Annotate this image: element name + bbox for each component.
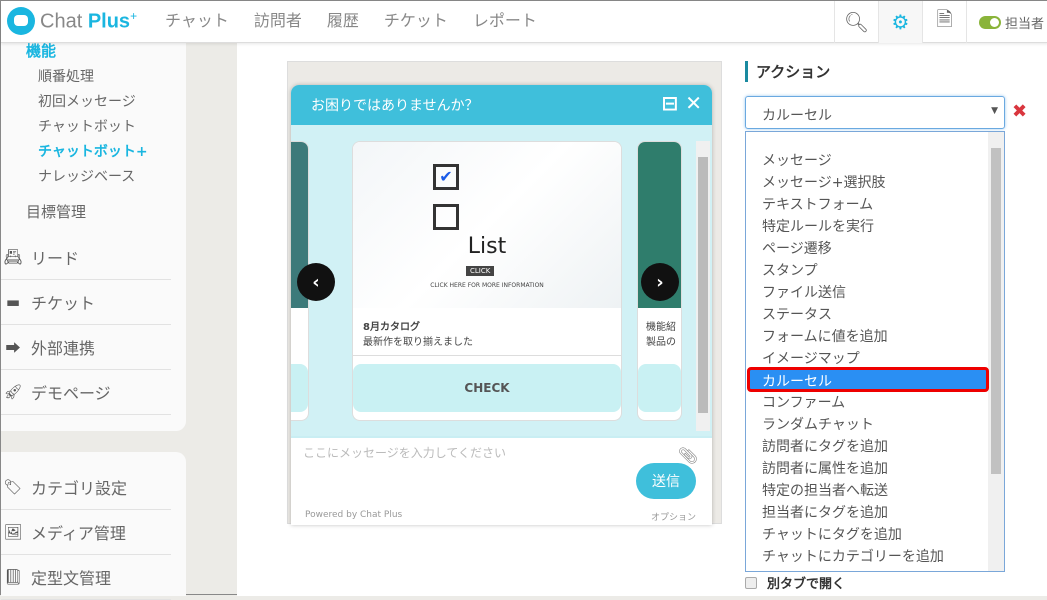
sidebar-subitem[interactable]: チャットボット	[38, 116, 136, 136]
remove-icon[interactable]: ✖	[1012, 101, 1027, 122]
sidebar-item-label: メディア管理	[31, 524, 126, 543]
option-selected[interactable]: カルーセル	[747, 367, 989, 392]
option[interactable]: テキストフォーム	[762, 194, 873, 214]
chevron-down-icon: ▼	[991, 106, 998, 116]
minimize-icon[interactable]: ⊟	[662, 91, 679, 115]
sidebar-item-label: 外部連携	[31, 339, 96, 358]
card-image: ✔ List CLICK CLICK HERE FOR MORE INFORMA…	[353, 142, 621, 308]
send-button[interactable]: 送信	[636, 463, 696, 499]
message-input[interactable]: ここにメッセージを入力してください	[303, 444, 506, 461]
sidebar-item-label: チケット	[31, 294, 96, 313]
search-icon[interactable]: 🔍︎	[834, 1, 878, 43]
nav-item[interactable]: チャット	[165, 7, 229, 31]
option[interactable]: メッセージ	[762, 150, 832, 170]
rocket-icon: 🚀︎	[3, 383, 23, 401]
sidebar-section-title: 機能	[26, 42, 57, 60]
chat-body: ✔ List CLICK CLICK HERE FOR MORE INFORMA…	[291, 125, 712, 436]
sidebar-item-label: カテゴリ設定	[31, 479, 128, 498]
option[interactable]: コンファーム	[762, 392, 845, 412]
sidebar-subitem[interactable]: 初回メッセージ	[38, 91, 136, 111]
option[interactable]: メッセージ+選択肢	[762, 172, 885, 192]
sidebar-item[interactable]: 📕︎ 定型文管理	[1, 555, 171, 600]
next-card-desc: 製品の	[646, 337, 676, 348]
document-icon[interactable]: 🗎	[922, 1, 966, 43]
sidebar-item[interactable]: ▬ チケット	[1, 280, 171, 325]
carousel-next-button[interactable]: ›	[641, 263, 679, 301]
sidebar-item[interactable]: 🏷︎ カテゴリ設定	[1, 465, 171, 510]
option[interactable]: ランダムチャット	[762, 414, 874, 434]
sidebar-item[interactable]: ⮕ 外部連携	[1, 325, 171, 370]
attachment-icon[interactable]: 📎︎	[678, 446, 698, 465]
card-check-button[interactable]: CHECK	[353, 364, 621, 412]
sidebar-subitem[interactable]: チャットボット+	[38, 141, 148, 161]
ticket-icon: ▬	[5, 293, 21, 311]
option[interactable]: 担当者にタグを追加	[762, 502, 888, 522]
option[interactable]: イメージマップ	[762, 348, 860, 368]
media-icon: 🖼︎	[3, 523, 23, 541]
sidebar-settings: 🏷︎ カテゴリ設定 🖼︎ メディア管理 📕︎ 定型文管理	[1, 452, 186, 600]
sidebar: 機能 順番処理初回メッセージ チャットボット チャットボット+ ナレッジベース 目標管…	[1, 42, 186, 431]
sidebar-item-goal[interactable]: 目標管理	[26, 201, 86, 222]
option[interactable]: 訪問者にタグを追加	[762, 436, 888, 456]
message-input-area: ここにメッセージを入力してください 📎︎ 送信 Powered by Chat …	[291, 436, 712, 525]
logo[interactable]: Chat Plus+	[7, 7, 137, 35]
option[interactable]: スタンプ	[762, 260, 818, 280]
option[interactable]: ページ遷移	[762, 238, 832, 258]
sidebar-item-label: リード	[31, 249, 80, 268]
lead-card-icon: 📇︎	[3, 248, 23, 266]
share-icon: ⮕	[5, 338, 21, 357]
sidebar-item[interactable]: 🖼︎ メディア管理	[1, 510, 171, 555]
main-nav: チャット 訪問者 履歴 チケット レポート	[165, 7, 537, 31]
new-tab-checkbox[interactable]: 別タブで開く	[745, 573, 845, 592]
sidebar-item[interactable]: 🚀︎ デモページ	[1, 370, 171, 415]
nav-item[interactable]: 履歴	[327, 7, 359, 31]
sidebar-item[interactable]: 📇︎ リード	[1, 235, 171, 280]
book-icon: 📕︎	[3, 568, 23, 586]
sidebar-subitem[interactable]: ナレッジベース	[38, 166, 135, 186]
carousel-card: ✔ List CLICK CLICK HERE FOR MORE INFORMA…	[352, 141, 622, 421]
next-card-title: 機能紹	[646, 322, 676, 333]
nav-item[interactable]: 訪問者	[254, 7, 302, 31]
tag-icon: 🏷︎	[3, 478, 23, 496]
nav-item[interactable]: チケット	[384, 7, 448, 31]
option[interactable]: ファイル送信	[762, 282, 846, 302]
gear-icon[interactable]: ⚙	[878, 1, 922, 43]
sidebar-subitem[interactable]: 順番処理	[38, 66, 94, 86]
chat-widget: お困りではありませんか？ ⊟ ✕ ✔ List CLICK CLICK HERE …	[291, 85, 712, 525]
section-title: アクション	[745, 61, 830, 82]
list-scrollbar[interactable]	[988, 132, 1004, 571]
chat-scrollbar[interactable]	[696, 141, 710, 431]
top-header: Chat Plus+ チャット 訪問者 履歴 チケット レポート 🔍︎ ⚙ 🗎 担当者	[1, 1, 1047, 43]
option[interactable]: チャットにタグを追加	[762, 524, 902, 544]
sidebar-item-label: デモページ	[31, 384, 111, 403]
action-select[interactable]: カルーセル ▼	[745, 96, 1005, 129]
option[interactable]: フォームに値を追加	[762, 326, 888, 346]
option[interactable]: チャットにカテゴリーを追加	[762, 546, 944, 566]
action-options-list[interactable]: メッセージ メッセージ+選択肢 テキストフォーム 特定ルールを実行 ページ遷移 スタンプフ…	[745, 131, 1005, 572]
option[interactable]: 訪問者に属性を追加	[762, 458, 888, 478]
logo-icon	[7, 7, 35, 35]
option[interactable]: 特定ルールを実行	[762, 216, 874, 236]
agent-status-toggle[interactable]: 担当者	[966, 1, 1047, 43]
carousel-prev-button[interactable]: ‹	[297, 263, 335, 301]
nav-item[interactable]: レポート	[473, 7, 537, 31]
chat-header: お困りではありませんか？ ⊟ ✕	[291, 85, 712, 125]
close-icon[interactable]: ✕	[685, 91, 702, 115]
option[interactable]: ステータス	[762, 304, 832, 324]
sidebar-item-label: 定型文管理	[31, 569, 112, 588]
option[interactable]: 特定の担当者へ転送	[762, 480, 888, 500]
